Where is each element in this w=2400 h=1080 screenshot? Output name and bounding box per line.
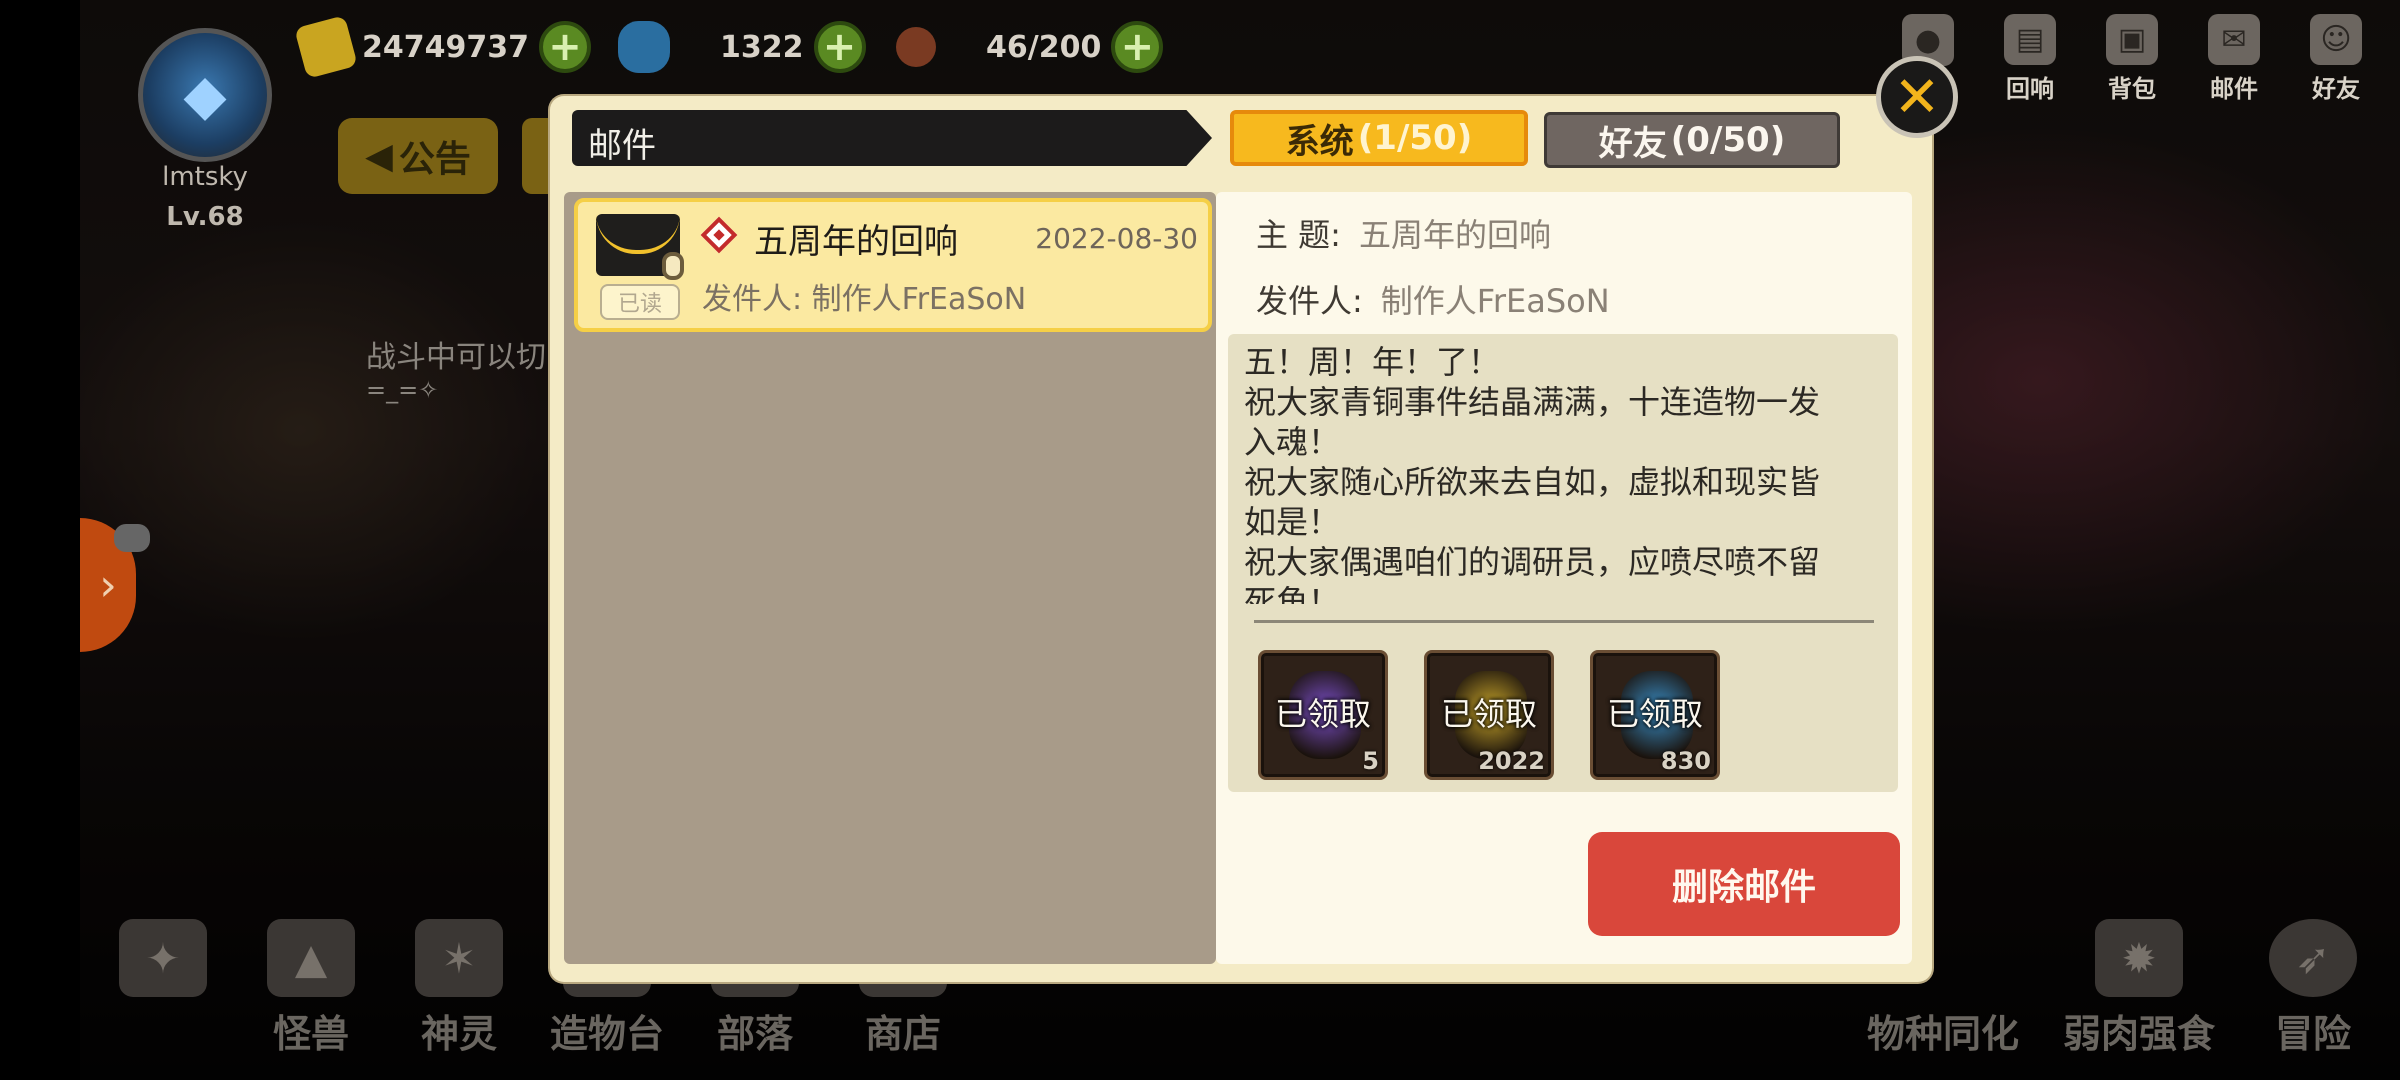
notice-button[interactable]: ◀ 公告 [338, 118, 498, 194]
deity-icon: ✶ [415, 919, 503, 997]
stamina-icon [896, 27, 936, 67]
monster-icon: ▲ [267, 919, 355, 997]
gold-icon [294, 15, 358, 79]
close-icon: ✕ [1893, 64, 1941, 130]
close-button[interactable]: ✕ [1876, 56, 1958, 138]
top-icon-bag[interactable]: ▣ 背包 [2096, 14, 2168, 104]
megaphone-icon: ◀ [365, 135, 393, 177]
second-hud-button[interactable] [522, 118, 552, 194]
detail-sender: 发件人: 制作人FrEaSoN [1256, 276, 1610, 322]
compass-star-icon: ✦ [119, 919, 207, 997]
nav-monster[interactable]: ▲ 怪兽 [248, 919, 374, 1058]
predation-icon: ✹ [2095, 919, 2183, 997]
reward-quantity: 830 [1660, 747, 1711, 775]
add-gem-button[interactable]: + [813, 21, 866, 73]
tab-friends-count: (0/50) [1670, 120, 1786, 160]
important-diamond-icon [700, 216, 738, 254]
sender-value: 制作人FrEaSoN [1380, 282, 1610, 320]
mail-detail: 主 题: 五周年的回响 发件人: 制作人FrEaSoN 五！周！年！了！ 祝大家青铜… [1216, 192, 1912, 964]
mail-list: 已读 五周年的回响 2022-08-30 发件人: 制作人FrEaSoN [564, 192, 1240, 964]
stamina-resource: 46/200 + [896, 21, 1164, 73]
delete-mail-button[interactable]: 删除邮件 [1588, 832, 1900, 936]
top-icon-mail[interactable]: ✉ 邮件 [2198, 14, 2270, 104]
subject-label: 主 题: [1256, 216, 1341, 254]
read-badge: 已读 [600, 284, 680, 320]
top-icon-bar: ● ▤ 回响 ▣ 背包 ✉ 邮件 ☺ 好友 [1892, 14, 2400, 104]
mail-body-text[interactable]: 五！周！年！了！ 祝大家青铜事件结晶满满，十连造物一发入魂！ 祝大家随心所欲来去… [1244, 342, 1844, 604]
reward-item[interactable]: 已领取 2022 [1424, 650, 1554, 780]
echo-icon: ▤ [2004, 14, 2056, 65]
notice-label: 公告 [398, 139, 471, 180]
battle-hint: 战斗中可以切 [366, 340, 546, 375]
tab-system-label: 系统 [1285, 121, 1354, 162]
nav-adventure[interactable]: ➶ 冒险 [2250, 919, 2376, 1058]
reward-status: 已领取 [1440, 695, 1537, 733]
attachment-icon [662, 252, 684, 280]
dialog-title: 邮件 [588, 126, 656, 166]
compass-icon: ➶ [2269, 919, 2357, 997]
mail-list-item[interactable]: 已读 五周年的回响 2022-08-30 发件人: 制作人FrEaSoN [574, 198, 1212, 332]
reward-status: 已领取 [1606, 695, 1703, 733]
gem-amount: 1322 [720, 29, 804, 65]
reward-item[interactable]: 已领取 5 [1258, 650, 1388, 780]
player-avatar[interactable]: ◆ [138, 28, 272, 162]
mail-icon: ✉ [2208, 14, 2260, 65]
mail-date: 2022-08-30 [1035, 222, 1198, 255]
reward-item[interactable]: 已领取 830 [1590, 650, 1720, 780]
envelope-icon [596, 214, 684, 280]
reward-quantity: 2022 [1478, 747, 1545, 775]
mail-sender: 发件人: 制作人FrEaSoN [702, 282, 1027, 317]
stamina-amount: 46/200 [986, 29, 1102, 65]
subject-value: 五周年的回响 [1358, 216, 1551, 254]
nav-deity[interactable]: ✶ 神灵 [396, 919, 522, 1058]
gem-icon [618, 21, 670, 73]
top-icon-friends[interactable]: ☺ 好友 [2300, 14, 2372, 104]
sender-label: 发件人: [1256, 282, 1363, 320]
bag-icon: ▣ [2106, 14, 2158, 65]
reward-quantity: 5 [1362, 747, 1379, 775]
player-level: Lv.68 [166, 202, 244, 232]
friends-icon: ☺ [2310, 14, 2362, 65]
add-gold-button[interactable]: + [539, 21, 591, 73]
mail-subject: 五周年的回响 [754, 222, 958, 262]
tab-system[interactable]: 系统 (1/50) [1230, 110, 1528, 166]
reward-status: 已领取 [1274, 695, 1371, 733]
dialog-title-bar [572, 110, 1212, 166]
nav-settings[interactable]: ✦ [100, 919, 226, 1058]
mail-body-box: 五！周！年！了！ 祝大家青铜事件结晶满满，十连造物一发入魂！ 祝大家随心所欲来去… [1228, 334, 1898, 792]
gold-amount: 24749737 [362, 29, 529, 65]
player-name: lmtsky [162, 162, 248, 192]
body-divider [1254, 620, 1874, 623]
chat-icon[interactable] [114, 524, 150, 552]
gem-resource: 1322 + [618, 21, 866, 73]
tab-friends[interactable]: 好友 (0/50) [1544, 112, 1840, 168]
nav-predation[interactable]: ✹ 弱肉强食 [2054, 919, 2224, 1058]
add-stamina-button[interactable]: + [1111, 21, 1164, 73]
mail-dialog: 邮件 系统 (1/50) 好友 (0/50) ✕ 已读 五周年的回响 2022-… [550, 56, 1958, 982]
battle-hint-emote: =_=✧ [366, 376, 439, 404]
tab-system-count: (1/50) [1357, 118, 1473, 158]
bottom-nav-right: 物种同化 ✹ 弱肉强食 ➶ 冒险 [1858, 919, 2376, 1058]
tab-friends-label: 好友 [1598, 123, 1667, 164]
top-icon-echo[interactable]: ▤ 回响 [1994, 14, 2066, 104]
detail-subject: 主 题: 五周年的回响 [1256, 210, 1551, 256]
gold-resource: 24749737 + [294, 15, 591, 79]
